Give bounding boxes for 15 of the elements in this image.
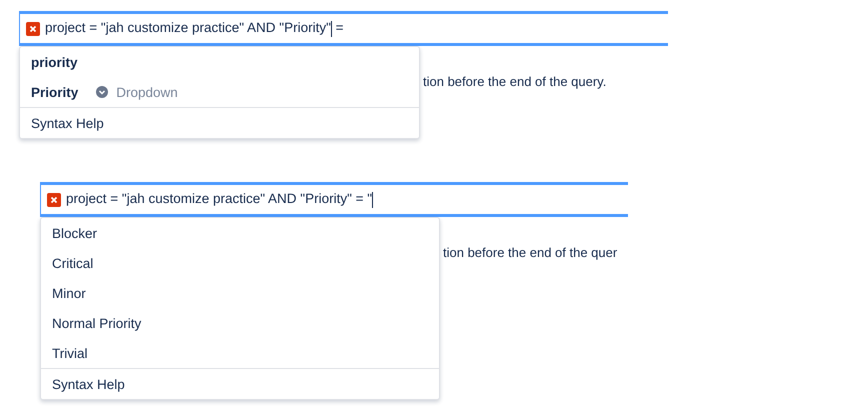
suggestion-item[interactable]: Normal Priority [41, 308, 439, 338]
suggestion-item[interactable]: priority [20, 47, 419, 77]
suggestion-item[interactable]: Blocker [41, 218, 439, 248]
suggestion-item[interactable]: Minor [41, 278, 439, 308]
suggestion-item[interactable]: Trivial [41, 338, 439, 368]
error-message: tion before the end of the query. [422, 74, 608, 89]
error-message: tion before the end of the quer [442, 245, 618, 260]
field-type: Dropdown [96, 84, 178, 100]
query-field[interactable]: project = "jah customize practice" AND "Priority" = " [40, 182, 628, 217]
syntax-help-link[interactable]: Syntax Help [20, 107, 419, 138]
chevron-down-icon [96, 86, 108, 98]
suggestion-item[interactable]: Priority Dropdown [20, 77, 419, 107]
syntax-help-link[interactable]: Syntax Help [41, 368, 439, 399]
suggestion-item[interactable]: Critical [41, 248, 439, 278]
query-field[interactable]: project = "jah customize practice" AND "Priority" = [19, 11, 668, 46]
